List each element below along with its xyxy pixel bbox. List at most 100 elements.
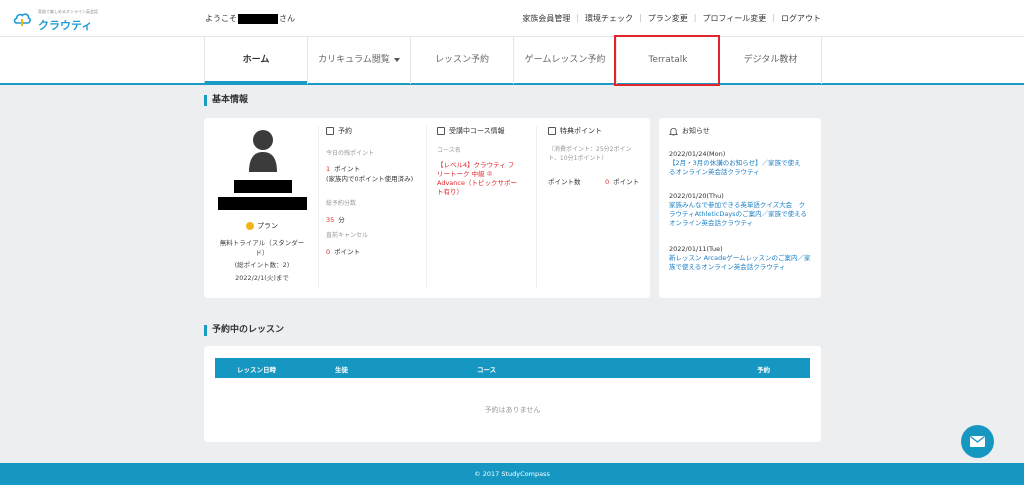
column-header-reservation: 予約 — [757, 366, 770, 374]
plan-name-line2: ド） — [255, 249, 269, 257]
news-link[interactable]: 【2月・3月の休講のお知らせ】／家族で使え るオンライン英会話クラウティ — [669, 159, 801, 177]
nav-separator: | — [693, 13, 697, 22]
news-date: 2022/01/24(Mon) — [669, 150, 726, 158]
bonus-points-unit: ポイント — [613, 178, 640, 186]
news-link-line: 家族みんなで参加できる英単語クイズ大会 ク — [669, 201, 806, 209]
top-nav: 家族会員管理 | 環境チェック | プラン変更 | プロフィール変更 | ログア… — [522, 13, 821, 24]
caret-down-icon — [393, 57, 400, 62]
tab-game-lesson-booking[interactable]: ゲームレッスン予約 — [513, 37, 616, 84]
bonus-note-line1: （消費ポイント：25分2ポイン — [548, 146, 632, 153]
column-divider — [426, 126, 427, 288]
logo[interactable]: 家族で楽しめるオンライン英会話 クラウティ — [10, 6, 100, 32]
news-heading: お知らせ — [669, 126, 710, 136]
plan-expiry: 2022/2/1(火)まで — [235, 274, 289, 282]
course-name-label: コース名 — [437, 147, 461, 154]
tab-digital-materials-label: デジタル教材 — [743, 55, 798, 65]
today-points-unit: ポイント — [334, 165, 361, 173]
tab-home-label: ホーム — [242, 55, 270, 65]
plan-row: プラン — [204, 221, 320, 231]
gift-icon — [548, 127, 556, 135]
course-heading: 受講中コース情報 — [437, 126, 537, 136]
logo-text: クラウティ — [38, 19, 93, 32]
empty-reservations-message: 予約はありません — [484, 406, 541, 414]
news-date: 2022/01/11(Tue) — [669, 245, 723, 253]
reservation-column: 予約 — [326, 126, 426, 136]
bonus-points-number: 0 — [605, 178, 610, 186]
course-name-line: 【レベル4】クラウティ フ — [437, 161, 515, 169]
column-divider — [318, 126, 319, 288]
bonus-title: 特典ポイント — [560, 127, 602, 135]
nav-separator: | — [576, 13, 580, 22]
today-points-value: 1 ポイント — [326, 163, 360, 173]
news-link[interactable]: 新レッスン Arcadeゲームレッスンのご案内／家 族で使えるオンライン英会話ク… — [669, 254, 811, 272]
plan-name-line1: 無料トライアル（スタンダー — [219, 239, 305, 247]
logo-tagline: 家族で楽しめるオンライン英会話 — [38, 9, 98, 14]
total-minutes-unit: 分 — [338, 216, 345, 224]
mail-icon — [970, 436, 985, 443]
tab-game-lesson-label: ゲームレッスン予約 — [524, 55, 606, 65]
nav-plan-change[interactable]: プラン変更 — [648, 13, 688, 24]
total-minutes-label: 総予約分数 — [326, 200, 357, 207]
nav-logout[interactable]: ログアウト — [781, 13, 821, 24]
news-link[interactable]: 家族みんなで参加できる英単語クイズ大会 ク ラウティAthleticDaysのご… — [669, 201, 807, 228]
cancel-label: 直前キャンセル — [326, 232, 369, 239]
news-link-line: 【2月・3月の休講のお知らせ】／家族で使え — [669, 159, 801, 167]
cancel-value: 0 ポイント — [326, 246, 360, 256]
news-date: 2022/01/20(Thu) — [669, 192, 724, 200]
bell-icon — [669, 127, 678, 136]
today-points-note: (家族内で0ポイント使用済み) — [326, 175, 414, 183]
nav-separator: | — [772, 13, 775, 22]
nav-separator: | — [639, 13, 642, 22]
tab-digital-materials[interactable]: デジタル教材 — [719, 37, 822, 84]
column-header-course: コース — [477, 366, 497, 374]
total-minutes-number: 35 — [326, 216, 335, 224]
tab-lesson-booking[interactable]: レッスン予約 — [410, 37, 513, 84]
news-card: お知らせ 2022/01/24(Mon) 【2月・3月の休講のお知らせ】／家族で… — [659, 118, 821, 298]
tab-home[interactable]: ホーム — [204, 37, 307, 84]
column-header-datetime: レッスン日時 — [237, 366, 276, 374]
reservations-title: 予約中のレッスン — [204, 325, 284, 336]
bonus-note-line2: ト、10分1ポイント） — [548, 155, 608, 162]
course-column: 受講中コース情報 — [437, 126, 537, 136]
redacted-name — [234, 180, 292, 193]
news-link-line: オンライン英会話クラウティ — [669, 219, 754, 227]
document-icon — [437, 127, 445, 135]
reservation-heading: 予約 — [326, 126, 426, 136]
terratalk-highlight-box — [614, 35, 720, 86]
news-title: お知らせ — [682, 127, 710, 135]
basic-info-title: 基本情報 — [204, 95, 248, 106]
basic-info-card: プラン 無料トライアル（スタンダー ド） (総ポイント数：2) 2022/2/1… — [204, 118, 650, 298]
news-link-line: るオンライン英会話クラウティ — [669, 168, 760, 176]
footer: © 2017 StudyCompass — [0, 463, 1024, 485]
main-tabs: ホーム カリキュラム閲覧 レッスン予約 ゲームレッスン予約 Terratalk … — [0, 36, 1024, 85]
column-header-student: 生徒 — [335, 366, 348, 374]
course-name-line: Advance（トピックサポー — [437, 179, 517, 187]
plan-badge-icon — [246, 222, 254, 230]
cancel-unit: ポイント — [334, 248, 361, 256]
calendar-icon — [326, 127, 334, 135]
nav-environment-check[interactable]: 環境チェック — [585, 13, 633, 24]
total-points: (総ポイント数：2) — [234, 261, 290, 269]
course-name-line: リートーク 中級 ② — [437, 170, 493, 178]
nav-family-members[interactable]: 家族会員管理 — [522, 13, 570, 24]
total-minutes-value: 35 分 — [326, 214, 345, 224]
contact-mail-button[interactable] — [961, 425, 994, 458]
welcome-suffix: さん — [279, 14, 295, 23]
tab-curriculum[interactable]: カリキュラム閲覧 — [307, 37, 410, 84]
cloud-logo-icon — [13, 13, 31, 26]
tab-curriculum-label: カリキュラム閲覧 — [318, 55, 390, 65]
course-name-line: ト有り） — [437, 188, 463, 196]
welcome-prefix: ようこそ — [205, 14, 237, 23]
redacted-username — [238, 13, 278, 24]
bonus-heading: 特典ポイント — [548, 126, 648, 136]
column-divider — [536, 126, 537, 288]
nav-profile-change[interactable]: プロフィール変更 — [702, 13, 766, 24]
reservations-table-header: レッスン日時 生徒 コース 予約 — [215, 358, 810, 378]
course-name[interactable]: 【レベル4】クラウティ フ リートーク 中級 ② Advance（トピックサポー… — [437, 161, 517, 197]
news-link-line: ラウティAthleticDaysのご案内／家族で使える — [669, 210, 807, 218]
welcome-message: ようこそ さん — [205, 13, 295, 24]
news-link-line: 新レッスン Arcadeゲームレッスンのご案内／家 — [669, 254, 811, 262]
reservations-card: レッスン日時 生徒 コース 予約 予約はありません — [204, 346, 821, 442]
top-bar: 家族で楽しめるオンライン英会話 クラウティ ようこそ さん 家族会員管理 | 環境… — [0, 0, 1024, 36]
bonus-points-value: 0 ポイント — [605, 176, 639, 186]
